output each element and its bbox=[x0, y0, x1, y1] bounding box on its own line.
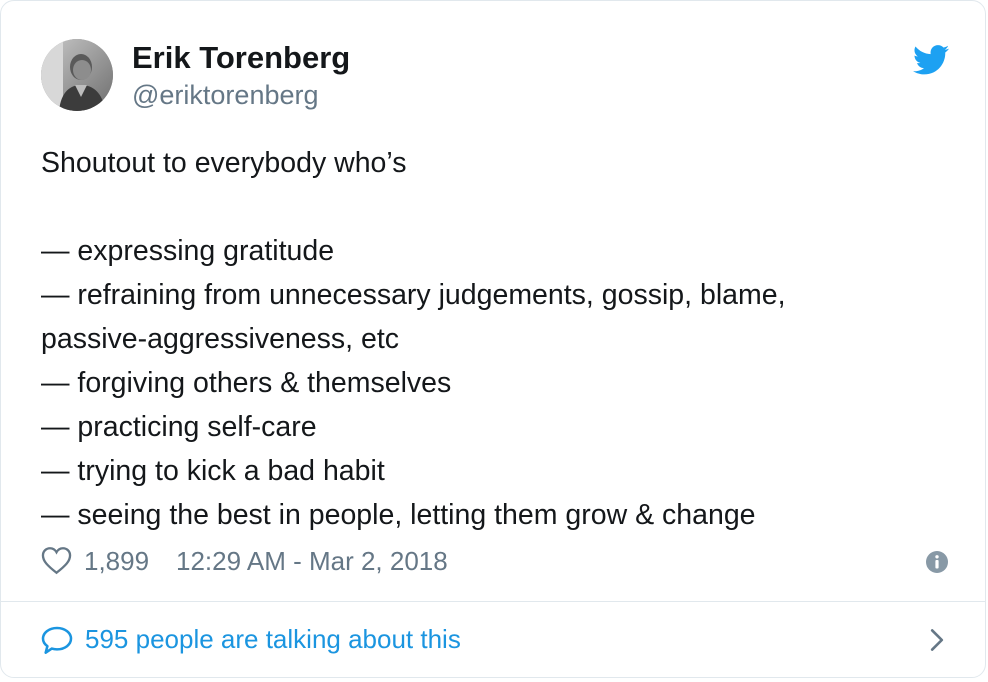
tweet-line: Shoutout to everybody who’s bbox=[41, 147, 407, 179]
heart-icon[interactable] bbox=[41, 546, 72, 575]
divider bbox=[1, 601, 985, 602]
tweet-line: — refraining from unnecessary judgements… bbox=[41, 279, 786, 311]
tweet-line: — seeing the best in people, letting the… bbox=[41, 499, 756, 531]
conversation-link[interactable]: 595 people are talking about this bbox=[41, 619, 949, 659]
twitter-bird-icon[interactable] bbox=[913, 45, 949, 75]
author-handle[interactable]: @eriktorenberg bbox=[132, 79, 319, 111]
timestamp[interactable]: 12:29 AM - Mar 2, 2018 bbox=[176, 542, 448, 580]
avatar[interactable] bbox=[41, 39, 113, 111]
info-icon[interactable] bbox=[925, 550, 949, 574]
tweet-line: passive-aggressiveness, etc bbox=[41, 323, 400, 355]
chevron-right-icon[interactable] bbox=[929, 628, 945, 652]
tweet-line bbox=[41, 185, 961, 229]
like-count[interactable]: 1,899 bbox=[84, 542, 149, 580]
tweet-line: — trying to kick a bad habit bbox=[41, 455, 385, 487]
tweet-line: — expressing gratitude bbox=[41, 235, 335, 267]
tweet-line: — forgiving others & themselves bbox=[41, 367, 452, 399]
speech-bubble-icon bbox=[41, 626, 73, 654]
conversation-text[interactable]: 595 people are talking about this bbox=[85, 619, 461, 659]
tweet-header: Erik Torenberg @eriktorenberg bbox=[41, 39, 955, 115]
author-name[interactable]: Erik Torenberg bbox=[132, 39, 350, 77]
avatar-photo-icon bbox=[41, 39, 113, 111]
tweet-line: — practicing self-care bbox=[41, 411, 317, 443]
tweet-meta: 1,899 12:29 AM - Mar 2, 2018 bbox=[41, 542, 949, 580]
tweet-text: Shoutout to everybody who’s — expressing… bbox=[41, 141, 961, 537]
tweet-card: Erik Torenberg @eriktorenberg Shoutout t… bbox=[0, 0, 986, 678]
